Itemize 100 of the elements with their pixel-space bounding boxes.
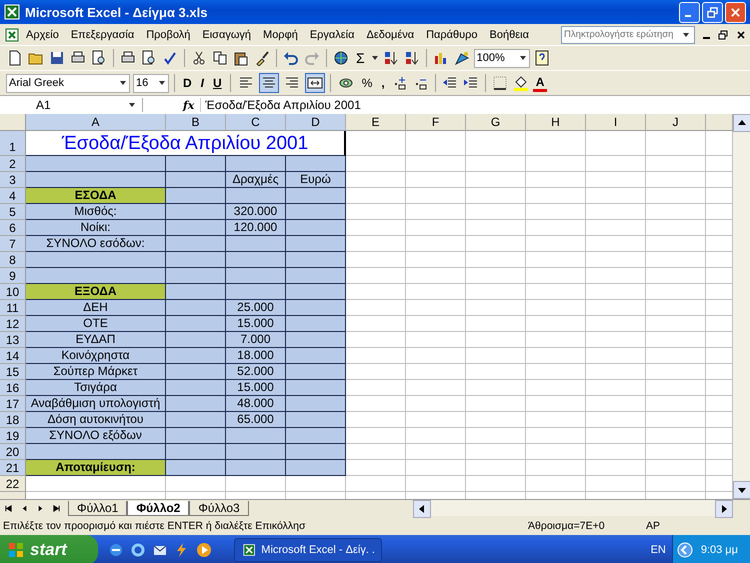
scroll-right-icon[interactable] [715,500,733,518]
menu-item[interactable]: Επεξεργασία [64,28,140,40]
table-cell[interactable] [286,444,346,460]
copy-icon[interactable] [212,50,228,66]
section-heading-cell[interactable]: Αποταμίευση: [26,460,166,476]
chevron-icon[interactable] [676,542,693,558]
section-heading-cell[interactable]: ΕΞΟΔΑ [26,284,166,300]
table-cell[interactable] [226,268,286,284]
table-cell[interactable]: Μισθός: [26,204,166,220]
row-header[interactable]: 13 [0,332,26,348]
print-preview-icon[interactable] [141,50,157,66]
row-header[interactable]: 8 [0,252,26,268]
table-cell[interactable] [26,444,166,460]
table-cell[interactable] [226,284,286,300]
sheet-tab[interactable]: Φύλλο1 [68,500,128,516]
autosum-button[interactable]: Σ [353,48,368,68]
italic-button[interactable]: I [198,73,208,93]
table-cell[interactable]: 120.000 [226,220,286,236]
column-header[interactable]: E [346,114,406,131]
row-header[interactable]: 11 [0,300,26,316]
vertical-scrollbar[interactable] [733,114,750,499]
menu-item[interactable]: Εισαγωγή [196,28,258,40]
row-header[interactable]: 1 [0,131,26,156]
previous-sheet-icon[interactable] [20,504,29,512]
table-cell[interactable] [166,316,226,332]
underline-button[interactable]: U [210,73,225,93]
start-button[interactable]: start [0,535,98,563]
row-header[interactable]: 12 [0,316,26,332]
close-icon[interactable] [736,30,746,40]
taskbar-window-button[interactable]: Microsoft Excel - Δείγ. . [234,538,382,562]
table-cell[interactable]: 52.000 [226,364,286,380]
save-icon[interactable] [49,50,65,66]
zoom-dropdown[interactable]: 100% [474,48,530,68]
row-header[interactable]: 18 [0,412,26,428]
row-header[interactable]: 21 [0,460,26,476]
table-cell[interactable] [286,156,346,172]
table-cell[interactable] [226,428,286,444]
column-header[interactable]: C [226,114,286,131]
sheet-tab[interactable]: Φύλλο2 [127,500,190,516]
table-cell[interactable]: 25.000 [226,300,286,316]
table-cell[interactable] [166,444,226,460]
table-cell[interactable] [166,460,226,476]
table-cell[interactable]: ΟΤΕ [26,316,166,332]
clipboard-icon[interactable] [233,50,249,66]
table-cell[interactable] [286,396,346,412]
last-sheet-icon[interactable] [52,504,61,512]
row-header[interactable]: 22 [0,476,26,492]
merge-center-button[interactable] [304,73,325,93]
table-cell[interactable] [26,156,166,172]
column-header[interactable]: A [26,114,166,131]
table-cell[interactable] [166,220,226,236]
minimize-button[interactable] [679,2,700,22]
row-header[interactable]: 3 [0,172,26,188]
table-cell[interactable] [166,188,226,204]
row-header[interactable]: 2 [0,156,26,172]
table-cell[interactable] [286,316,346,332]
table-cell[interactable]: 18.000 [226,348,286,364]
table-cell[interactable] [166,204,226,220]
row-header[interactable]: 5 [0,204,26,220]
table-cell[interactable] [226,460,286,476]
sort-descending-icon[interactable] [404,50,420,66]
scroll-left-icon[interactable] [413,500,431,518]
menu-item[interactable]: Παράθυρο [420,28,484,40]
row-header[interactable]: 14 [0,348,26,364]
table-cell[interactable] [166,268,226,284]
dropdown-arrow-icon[interactable] [370,54,379,62]
font-size-dropdown[interactable]: 16 [133,74,169,92]
column-header[interactable]: B [166,114,226,131]
close-button[interactable] [725,2,746,22]
table-cell[interactable]: Κοινόχρηστα [26,348,166,364]
menu-item[interactable]: Βοήθεια [484,28,535,40]
table-cell[interactable] [26,172,166,188]
menu-item[interactable]: Αρχείο [20,28,65,40]
section-heading-cell[interactable]: ΕΣΟΔΑ [26,188,166,204]
table-cell[interactable] [226,252,286,268]
first-sheet-icon[interactable] [4,504,13,512]
insert-function-button[interactable]: fx [143,98,200,112]
table-cell[interactable]: 65.000 [226,412,286,428]
table-cell[interactable] [226,444,286,460]
redo-icon[interactable] [304,50,320,66]
print-preview-icon[interactable] [91,50,107,66]
column-header[interactable]: D [286,114,346,131]
table-cell[interactable]: ΣΥΝΟΛΟ εσόδων: [26,236,166,252]
restore-button[interactable] [702,2,723,22]
table-cell[interactable] [286,284,346,300]
row-header[interactable]: 17 [0,396,26,412]
table-cell[interactable] [286,188,346,204]
table-cell[interactable] [286,300,346,316]
title-cell[interactable]: Έσοδα/Έξοδα Απριλίου 2001 [26,131,346,156]
column-header[interactable]: G [466,114,526,131]
font-dropdown[interactable]: Arial Greek [6,74,130,92]
row-header[interactable]: 16 [0,380,26,396]
table-cell[interactable] [286,428,346,444]
table-cell[interactable] [166,332,226,348]
table-cell[interactable] [226,236,286,252]
column-header[interactable]: I [586,114,646,131]
play-icon[interactable] [196,542,212,558]
table-cell[interactable]: Τσιγάρα [26,380,166,396]
table-cell[interactable]: Ευρώ [286,172,346,188]
table-cell[interactable]: Σούπερ Μάρκετ [26,364,166,380]
